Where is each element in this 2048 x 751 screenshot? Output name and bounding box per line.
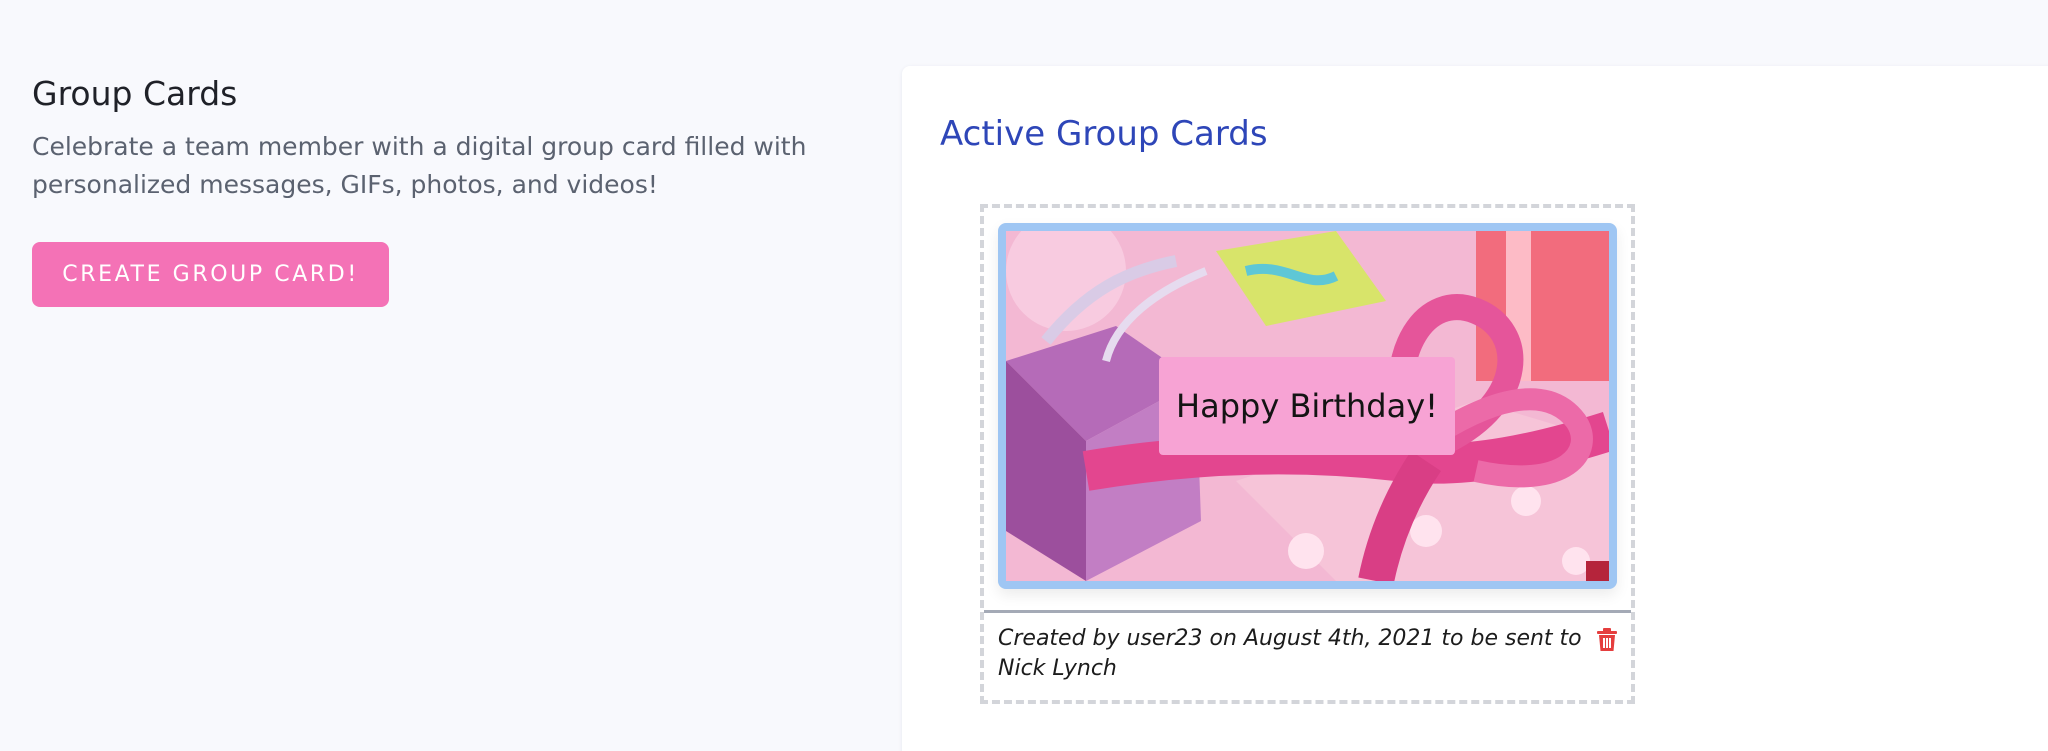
group-cards-page: Group Cards Celebrate a team member with… [0,0,2048,751]
trash-icon-glyph [1597,628,1617,651]
active-group-cards-panel: Active Group Cards Happy Birthday! Creat… [902,66,2048,751]
group-card-item: Happy Birthday! Created by user23 on Aug… [980,204,1635,704]
create-group-card-button[interactable]: CREATE GROUP CARD! [32,242,389,307]
page-title: Group Cards [32,74,238,113]
card-divider [984,610,1631,613]
birthday-gift-image: Happy Birthday! [1006,231,1609,581]
group-card-preview[interactable]: Happy Birthday! [998,223,1617,589]
trash-icon[interactable] [1596,628,1618,652]
card-caption: Created by user23 on August 4th, 2021 to… [998,626,1582,681]
intro-section: Group Cards Celebrate a team member with… [32,72,852,204]
page-description: Celebrate a team member with a digital g… [32,132,807,199]
panel-title: Active Group Cards [940,114,1268,154]
card-greeting: Happy Birthday! [1159,357,1455,455]
